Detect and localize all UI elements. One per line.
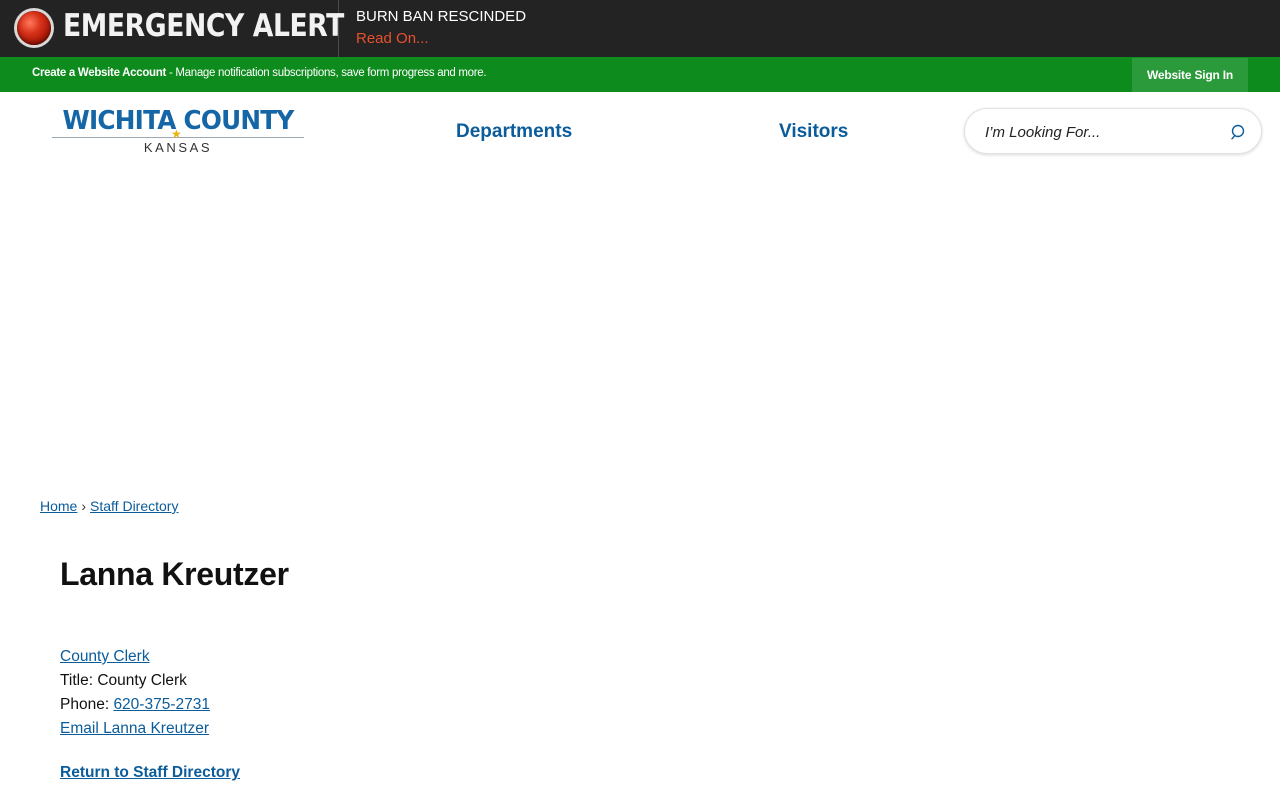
breadcrumb: Home › Staff Directory: [40, 498, 178, 514]
account-promo-description: - Manage notification subscriptions, sav…: [166, 67, 487, 79]
breadcrumb-staff-directory[interactable]: Staff Directory: [90, 498, 178, 514]
staff-info: County Clerk Title: County Clerk Phone: …: [60, 645, 210, 741]
email-row: Email Lanna Kreutzer: [60, 717, 210, 741]
alert-title: EMERGENCY ALERT: [63, 8, 344, 44]
title-row: Title: County Clerk: [60, 669, 210, 693]
logo-sub-text: KANSAS: [143, 140, 213, 155]
alert-headline[interactable]: BURN BAN RESCINDED: [356, 8, 526, 25]
breadcrumb-home[interactable]: Home: [40, 498, 77, 514]
create-account-link[interactable]: Create a Website Account: [32, 67, 166, 79]
star-icon: ★: [171, 127, 182, 141]
search-box: [964, 108, 1262, 154]
emergency-alert-bar: EMERGENCY ALERT BURN BAN RESCINDED Read …: [0, 0, 1280, 57]
site-header: WICHITA COUNTY ★ KANSAS Departments Visi…: [0, 92, 1280, 172]
account-promo: Create a Website Account - Manage notifi…: [32, 67, 487, 79]
department-link[interactable]: County Clerk: [60, 648, 150, 665]
alert-light-icon: [17, 11, 51, 45]
title-label: Title:: [60, 672, 98, 689]
phone-row: Phone: 620-375-2731: [60, 693, 210, 717]
website-sign-in-button[interactable]: Website Sign In: [1132, 58, 1248, 92]
email-link[interactable]: Email Lanna Kreutzer: [60, 720, 209, 737]
search-input[interactable]: [983, 119, 1227, 145]
account-bar: Create a Website Account - Manage notifi…: [0, 57, 1280, 92]
nav-departments[interactable]: Departments: [456, 121, 572, 143]
page-title: Lanna Kreutzer: [60, 556, 289, 592]
department-row: County Clerk: [60, 645, 210, 669]
alert-read-on-link[interactable]: Read On...: [356, 30, 429, 47]
phone-label: Phone:: [60, 696, 114, 713]
search-icon[interactable]: [1231, 124, 1247, 140]
county-logo[interactable]: WICHITA COUNTY ★ KANSAS: [52, 106, 304, 156]
breadcrumb-separator: ›: [81, 498, 87, 514]
return-to-staff-directory-link[interactable]: Return to Staff Directory: [60, 764, 240, 782]
alert-title-panel: EMERGENCY ALERT: [0, 0, 344, 57]
phone-link[interactable]: 620-375-2731: [113, 696, 210, 713]
title-value: County Clerk: [97, 672, 187, 689]
nav-visitors[interactable]: Visitors: [779, 121, 848, 143]
